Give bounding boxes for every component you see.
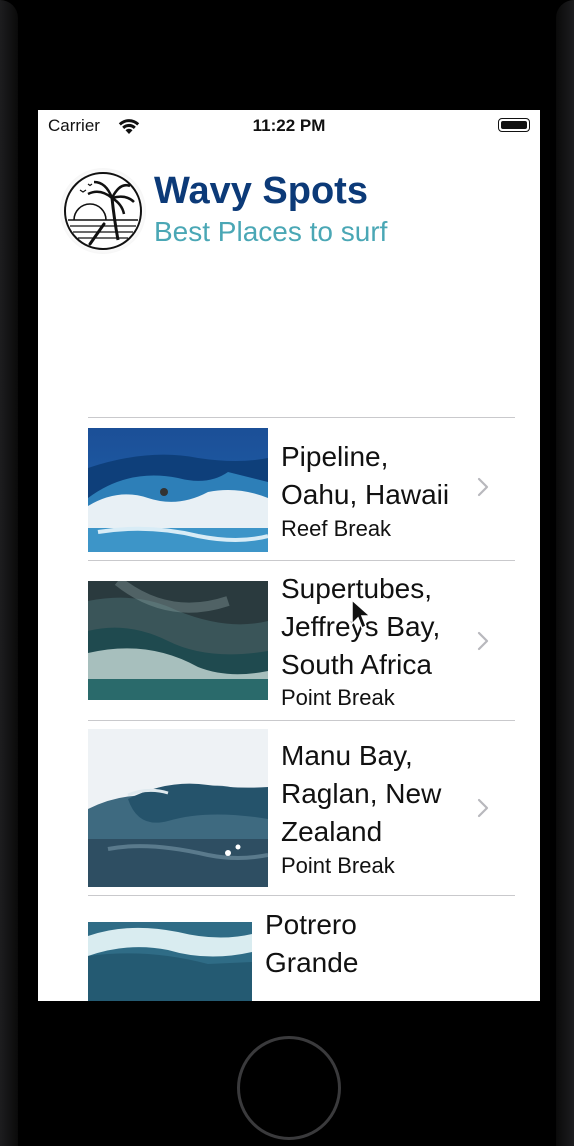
chevron-right-icon — [477, 477, 489, 502]
device-frame: Carrier 11:22 PM Wavy Spots Best Places … — [0, 0, 574, 1146]
device-bezel-right — [556, 0, 574, 1146]
status-time: 11:22 PM — [252, 116, 326, 135]
spot-title: Pipeline, Oahu, Hawaii — [281, 441, 450, 510]
list-item-spot[interactable]: Pipeline, Oahu, Hawaii Reef Break — [88, 418, 515, 560]
spot-photo-potrero-grande — [88, 922, 252, 1001]
chevron-right-icon — [477, 798, 489, 823]
battery-icon — [498, 118, 530, 132]
spot-photo-manu-bay — [88, 729, 268, 887]
app-title: Wavy Spots — [154, 170, 368, 212]
spot-break-type: Point Break — [281, 685, 395, 710]
spot-break-type: Reef Break — [281, 516, 392, 541]
spot-photo-pipeline — [88, 428, 268, 552]
list-item-spot[interactable]: Potrero Grande — [88, 896, 515, 1001]
mouse-pointer-icon — [350, 598, 372, 637]
list-item-spot[interactable]: Manu Bay, Raglan, New Zealand Point Brea… — [88, 721, 515, 895]
app-subtitle: Best Places to surf — [154, 216, 388, 247]
palm-beach-logo-icon — [60, 168, 146, 254]
spot-photo-supertubes — [88, 581, 268, 700]
list-item-spot[interactable]: Supertubes, Jeffreys Bay, South Africa P… — [88, 561, 515, 720]
device-bezel-left — [0, 0, 18, 1146]
app-screen: Carrier 11:22 PM Wavy Spots Best Places … — [38, 110, 540, 1001]
home-button[interactable] — [237, 1036, 341, 1140]
spot-break-type: Point Break — [281, 853, 395, 878]
chevron-right-icon — [477, 631, 489, 656]
surf-spot-list[interactable]: Pipeline, Oahu, Hawaii Reef Break Supert… — [88, 417, 515, 1001]
spot-title: Manu Bay, Raglan, New Zealand — [281, 740, 442, 847]
spot-title: Potrero Grande — [265, 909, 359, 978]
status-bar: Carrier 11:22 PM — [38, 110, 540, 144]
